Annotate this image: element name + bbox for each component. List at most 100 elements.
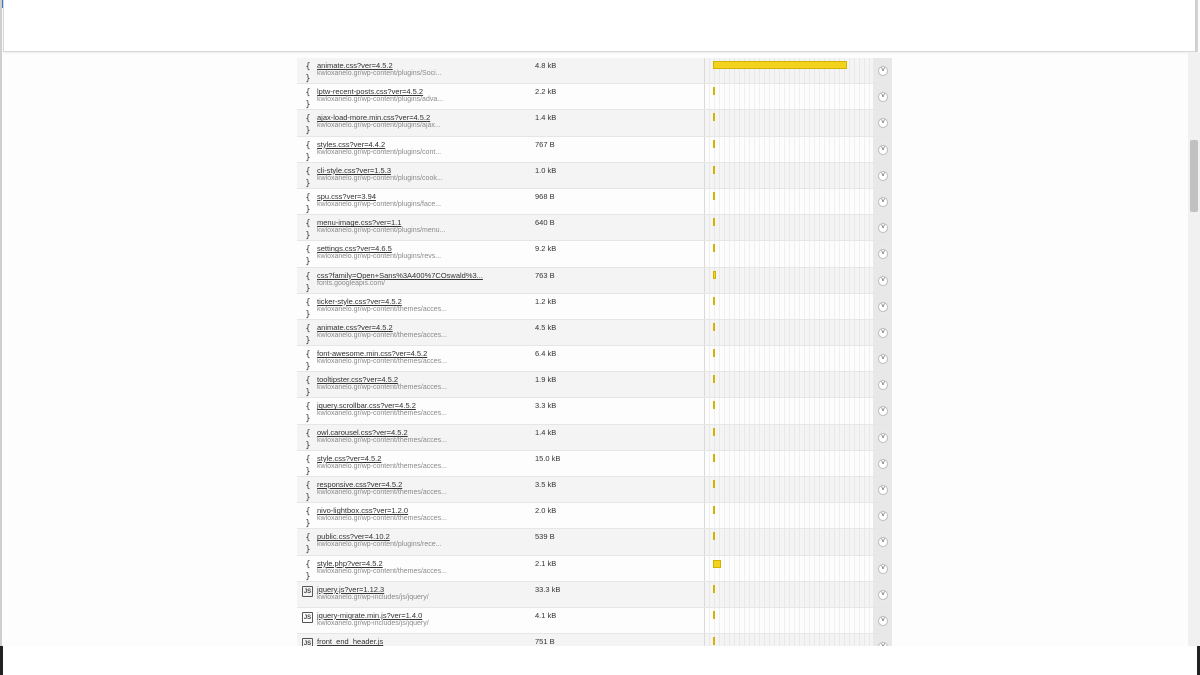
load-time-bar: [713, 637, 715, 646]
table-row[interactable]: JS jquery.js?ver=1.12.3 kwloxanelo.gr/wp-i…: [297, 581, 892, 608]
resource-name-link[interactable]: ticker-style.css?ver=4.5.2: [317, 297, 402, 306]
load-time-bar: [713, 453, 715, 462]
load-time-bar: [713, 87, 715, 96]
resource-size: 751 B: [535, 637, 555, 646]
resource-name-link[interactable]: jquery-migrate.min.js?ver=1.4.0: [317, 611, 422, 620]
table-row[interactable]: { } owl.carousel.css?ver=4.5.2 kwloxanelo.…: [297, 424, 892, 451]
table-row[interactable]: { } responsive.css?ver=4.5.2 kwloxanelo.gr…: [297, 477, 892, 504]
chevron-down-icon[interactable]: ˅: [878, 615, 888, 626]
resource-name-link[interactable]: public.css?ver=4.10.2: [317, 532, 390, 541]
table-row[interactable]: JSfront_end_header.js751 B˅: [297, 634, 892, 646]
resource-path: kwloxanelo.gr/wp-content/themes/acces...: [317, 305, 447, 313]
resource-name-link[interactable]: front_end_header.js: [317, 637, 383, 646]
resource-path: kwloxanelo.gr/wp-content/themes/acces...: [317, 489, 447, 496]
resource-name-link[interactable]: style.php?ver=4.5.2: [317, 559, 383, 568]
chevron-down-icon[interactable]: ˅: [878, 66, 888, 76]
table-row[interactable]: { } spu.css?ver=3.94 kwloxanelo.gr/wp-cont…: [297, 188, 892, 216]
table-row[interactable]: { } settings.css?ver=4.6.5 kwloxanelo.gr/w…: [297, 241, 892, 268]
waterfall-cell: [704, 372, 872, 397]
table-row[interactable]: { } animate.css?ver=4.5.2 kwloxanelo.gr/wp…: [297, 58, 892, 85]
table-row[interactable]: { } styles.css?ver=4.4.2 kwloxanelo.gr/wp-…: [297, 136, 892, 163]
resource-path: kwloxanelo.gr/wp-content/plugins/ajax...: [317, 122, 441, 130]
resource-path: kwloxanelo.gr/wp-content/themes/acces...: [317, 358, 447, 366]
resource-size: 15.0 kB: [535, 453, 561, 463]
waterfall-cell: [704, 215, 872, 240]
table-row[interactable]: JS jquery-migrate.min.js?ver=1.4.0 kwloxan…: [297, 607, 892, 635]
chevron-down-icon[interactable]: ˅: [878, 275, 888, 286]
table-row[interactable]: { } font-awesome.min.css?ver=4.5.2 kwloxan…: [297, 346, 892, 373]
waterfall-cell: [704, 137, 872, 162]
css-file-icon: { }: [305, 271, 311, 294]
chevron-down-icon[interactable]: ˅: [878, 196, 888, 207]
chevron-down-icon[interactable]: ˅: [878, 301, 888, 312]
resource-name-link[interactable]: settings.css?ver=4.6.5: [317, 244, 392, 253]
chevron-down-icon[interactable]: ˅: [878, 485, 888, 495]
load-time-bar: [713, 165, 715, 174]
css-file-icon: { }: [305, 192, 311, 215]
css-file-icon: { }: [305, 114, 311, 137]
resource-name-link[interactable]: ajax-load-more.min.css?ver=4.5.2: [317, 113, 430, 122]
resource-path: kwloxanelo.gr/wp-content/plugins/face...: [317, 200, 442, 208]
resource-name-link[interactable]: responsive.css?ver=4.5.2: [317, 480, 402, 489]
resource-name-link[interactable]: font-awesome.min.css?ver=4.5.2: [317, 349, 427, 358]
table-row[interactable]: { } menu-image.css?ver=1.1 kwloxanelo.gr/w…: [297, 215, 892, 242]
resource-name-link[interactable]: nivo-lightbox.css?ver=1.2.0: [317, 506, 408, 515]
css-file-icon: { }: [305, 559, 311, 582]
waterfall-cell: [704, 58, 872, 83]
chevron-down-icon[interactable]: ˅: [878, 432, 888, 443]
waterfall-cell: [704, 241, 872, 266]
table-row[interactable]: { } style.css?ver=4.5.2 kwloxanelo.gr/wp-c…: [297, 450, 892, 477]
resource-name-link[interactable]: animate.css?ver=4.5.2: [317, 323, 393, 332]
table-row[interactable]: { } ajax-load-more.min.css?ver=4.5.2 kwlox…: [297, 110, 892, 137]
resource-name-link[interactable]: animate.css?ver=4.5.2: [317, 61, 393, 70]
scrollbar-thumb[interactable]: [1190, 140, 1198, 212]
chevron-down-icon[interactable]: ˅: [878, 354, 888, 365]
resource-name-link[interactable]: owl.carousel.css?ver=4.5.2: [317, 428, 408, 437]
waterfall-cell: [704, 634, 872, 646]
table-row[interactable]: { } public.css?ver=4.10.2 kwloxanelo.gr/wp…: [297, 529, 892, 556]
table-row[interactable]: { } jquery.scrollbar.css?ver=4.5.2 kwloxan…: [297, 398, 892, 425]
waterfall-cell: [704, 425, 872, 450]
resource-name-link[interactable]: spu.css?ver=3.94: [317, 192, 376, 201]
css-file-icon: { }: [305, 88, 311, 111]
table-row[interactable]: { } lptw-recent-posts.css?ver=4.5.2 kwloxa…: [297, 84, 892, 111]
resource-name-link[interactable]: tooltipster.css?ver=4.5.2: [317, 375, 398, 384]
load-time-bar: [713, 322, 715, 331]
waterfall-cell: [704, 346, 872, 371]
waterfall-cell: [704, 529, 872, 554]
resource-size: 640 B: [535, 218, 555, 228]
table-row[interactable]: { } animate.css?ver=4.5.2 kwloxanelo.gr/wp…: [297, 319, 892, 347]
chevron-down-icon[interactable]: ˅: [878, 563, 888, 574]
resource-name-link[interactable]: jquery.js?ver=1.12.3: [317, 585, 384, 594]
resource-name-link[interactable]: cli-style.css?ver=1.5.3: [317, 166, 391, 175]
resource-name-link[interactable]: style.css?ver=4.5.2: [317, 454, 381, 463]
bottom-left-edge: [0, 646, 3, 675]
resource-size: 763 B: [535, 270, 555, 280]
resource-name-link[interactable]: css?family=Open+Sans%3A400%7COswald%3...: [317, 271, 483, 280]
table-row[interactable]: { } nivo-lightbox.css?ver=1.2.0 kwloxanelo…: [297, 503, 892, 530]
table-row[interactable]: { } ticker-style.css?ver=4.5.2 kwloxanelo.…: [297, 293, 892, 320]
chevron-down-icon[interactable]: ˅: [878, 589, 888, 600]
waterfall-cell: [704, 110, 872, 135]
resource-name-link[interactable]: styles.css?ver=4.4.2: [317, 140, 385, 149]
table-row[interactable]: { } css?family=Open+Sans%3A400%7COswald%3…: [297, 267, 892, 294]
resource-name-link[interactable]: jquery.scrollbar.css?ver=4.5.2: [317, 401, 416, 410]
bottom-strip: [0, 646, 1200, 675]
table-row[interactable]: { } tooltipster.css?ver=4.5.2 kwloxanelo.g…: [297, 372, 892, 399]
waterfall-cell: [704, 556, 872, 581]
resource-name-link[interactable]: menu-image.css?ver=1.1: [317, 218, 401, 227]
table-row[interactable]: { } cli-style.css?ver=1.5.3 kwloxanelo.gr/…: [297, 162, 892, 189]
css-file-icon: { }: [305, 481, 311, 503]
waterfall-cell: [704, 320, 872, 345]
resource-name-link[interactable]: lptw-recent-posts.css?ver=4.5.2: [317, 87, 423, 96]
css-file-icon: { }: [305, 140, 311, 163]
chevron-down-icon[interactable]: ˅: [878, 144, 888, 155]
waterfall-cell: [704, 189, 872, 214]
resource-size: 1.0 kB: [535, 165, 557, 175]
chevron-down-icon[interactable]: ˅: [878, 170, 888, 181]
chevron-down-icon[interactable]: ˅: [878, 458, 888, 469]
table-row[interactable]: { } style.php?ver=4.5.2 kwloxanelo.gr/wp-c…: [297, 555, 892, 582]
resource-size: 968 B: [535, 191, 555, 201]
resource-path: kwloxanelo.gr/wp-content/plugins/revs...: [317, 253, 442, 261]
chevron-down-icon[interactable]: ˅: [878, 327, 888, 338]
